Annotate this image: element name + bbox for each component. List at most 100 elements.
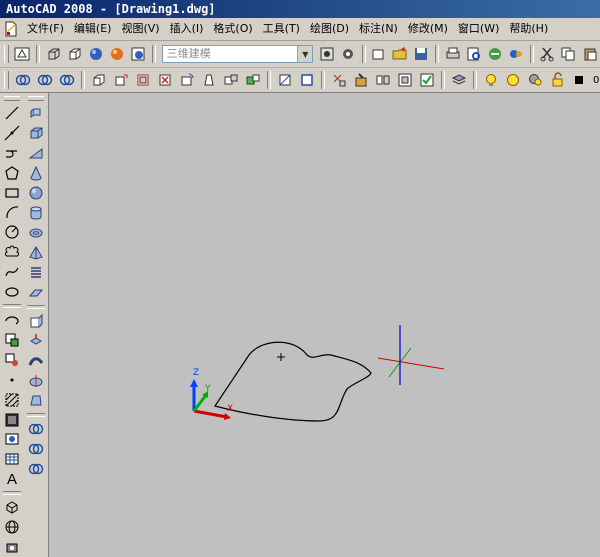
polysolid-icon[interactable] [26, 103, 46, 123]
menu-dimension[interactable]: 标注(N) [354, 19, 403, 39]
menu-window[interactable]: 窗口(W) [453, 19, 504, 39]
check-icon[interactable] [417, 70, 437, 90]
drawn-spline-curve[interactable] [214, 341, 372, 422]
paste-icon[interactable] [580, 44, 599, 64]
hidden-box-icon[interactable] [65, 44, 84, 64]
spline-icon[interactable] [2, 262, 22, 282]
workspace-combo[interactable]: 三维建模 ▼ [161, 45, 314, 63]
separate-icon[interactable] [373, 70, 393, 90]
menu-tools[interactable]: 工具(T) [258, 19, 305, 39]
shell-icon[interactable] [395, 70, 415, 90]
drawing-canvas[interactable]: Z Y X [49, 93, 600, 557]
construction-line-icon[interactable] [2, 123, 22, 143]
cylinder-icon[interactable] [26, 203, 46, 223]
chevron-down-icon[interactable]: ▼ [297, 46, 313, 62]
document-icon[interactable] [4, 21, 18, 37]
sweep-icon[interactable] [26, 351, 46, 371]
publish-icon[interactable] [485, 44, 504, 64]
gradient-icon[interactable] [2, 410, 22, 430]
hatch-icon[interactable] [2, 390, 22, 410]
ellipse-icon[interactable] [2, 282, 22, 302]
menu-format[interactable]: 格式(O) [208, 19, 257, 39]
polygon-icon[interactable] [2, 163, 22, 183]
presspull-icon[interactable] [26, 331, 46, 351]
circle-icon[interactable] [2, 222, 22, 242]
move-faces-icon[interactable] [111, 70, 131, 90]
design-center-icon[interactable] [506, 44, 525, 64]
toolbar-grip[interactable] [28, 96, 44, 101]
revolve-icon[interactable] [26, 371, 46, 391]
extrude-faces-icon[interactable] [89, 70, 109, 90]
new-file-icon[interactable] [370, 44, 389, 64]
delete-faces-icon[interactable] [155, 70, 175, 90]
intersect-icon[interactable] [57, 70, 77, 90]
menu-insert[interactable]: 插入(I) [165, 19, 209, 39]
layer-manager-icon[interactable] [449, 70, 469, 90]
table-icon[interactable] [2, 449, 22, 469]
plan-view-icon[interactable] [13, 44, 32, 64]
navigation-globe-icon[interactable] [2, 517, 22, 537]
workspace-settings-icon[interactable] [317, 44, 336, 64]
orbit-icon[interactable] [2, 497, 22, 517]
visual-style-manager-icon[interactable] [129, 44, 148, 64]
insert-block-icon[interactable] [2, 330, 22, 350]
menu-file[interactable]: 文件(F) [22, 19, 69, 39]
ellipse-arc-icon[interactable] [2, 310, 22, 330]
subtract-icon[interactable] [26, 439, 46, 459]
save-icon[interactable] [412, 44, 431, 64]
gear-icon[interactable] [338, 44, 357, 64]
polyline-icon[interactable] [2, 143, 22, 163]
point-icon[interactable] [2, 370, 22, 390]
box-icon[interactable] [26, 123, 46, 143]
multiline-text-button[interactable]: A [2, 469, 22, 489]
planar-surface-icon[interactable] [26, 283, 46, 303]
intersect-icon[interactable] [26, 459, 46, 479]
menu-modify[interactable]: 修改(M) [403, 19, 453, 39]
wedge-icon[interactable] [26, 143, 46, 163]
menu-draw[interactable]: 绘图(D) [305, 19, 354, 39]
toolbar-grip[interactable] [4, 45, 9, 63]
menu-help[interactable]: 帮助(H) [504, 19, 553, 39]
clean-icon[interactable] [351, 70, 371, 90]
line-icon[interactable] [2, 103, 22, 123]
open-folder-icon[interactable] [391, 44, 410, 64]
make-block-icon[interactable] [2, 350, 22, 370]
conceptual-sphere-icon[interactable] [107, 44, 126, 64]
arc-icon[interactable] [2, 203, 22, 223]
camera-settings-icon[interactable] [2, 537, 22, 557]
sun-freeze-icon[interactable] [503, 70, 523, 90]
rotate-faces-icon[interactable] [177, 70, 197, 90]
unlock-icon[interactable] [547, 70, 567, 90]
color-faces-icon[interactable] [243, 70, 263, 90]
wireframe-box-icon[interactable] [44, 44, 63, 64]
rectangle-icon[interactable] [2, 183, 22, 203]
cut-icon[interactable] [538, 44, 557, 64]
toolbar-grip[interactable] [4, 71, 9, 89]
copy-faces-icon[interactable] [221, 70, 241, 90]
cone-icon[interactable] [26, 163, 46, 183]
revision-cloud-icon[interactable] [2, 242, 22, 262]
toolbar-grip[interactable] [4, 96, 20, 101]
taper-faces-icon[interactable] [199, 70, 219, 90]
copy-icon[interactable] [559, 44, 578, 64]
menu-view[interactable]: 视图(V) [116, 19, 164, 39]
imprint-icon[interactable] [329, 70, 349, 90]
union-icon[interactable] [13, 70, 33, 90]
union-icon[interactable] [26, 419, 46, 439]
realistic-sphere-icon[interactable] [86, 44, 105, 64]
offset-faces-icon[interactable] [133, 70, 153, 90]
print-icon[interactable] [443, 44, 462, 64]
copy-edges-icon[interactable] [275, 70, 295, 90]
print-preview-icon[interactable] [464, 44, 483, 64]
region-icon[interactable] [2, 429, 22, 449]
menu-edit[interactable]: 编辑(E) [69, 19, 117, 39]
lightbulb-icon[interactable] [481, 70, 501, 90]
loft-icon[interactable] [26, 391, 46, 411]
color-swatch-icon[interactable] [569, 70, 589, 90]
torus-icon[interactable] [26, 223, 46, 243]
subtract-icon[interactable] [35, 70, 55, 90]
helix-icon[interactable] [26, 263, 46, 283]
color-edges-icon[interactable] [297, 70, 317, 90]
sphere-icon[interactable] [26, 183, 46, 203]
viewport-freeze-icon[interactable] [525, 70, 545, 90]
